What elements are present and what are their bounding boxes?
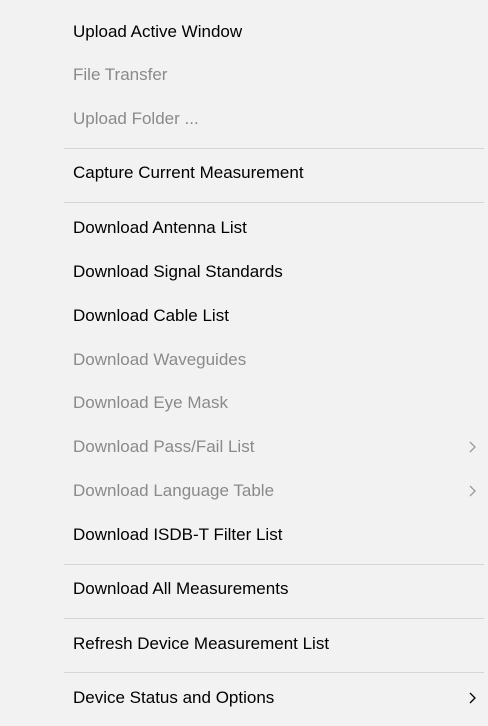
menu-item-download-eye-mask[interactable]: Download Eye Mask: [0, 381, 488, 425]
menu-separator: [64, 202, 484, 203]
menu-item-label: Download All Measurements: [73, 579, 289, 598]
menu-item-upload-active-window[interactable]: Upload Active Window: [0, 10, 488, 54]
menu-item-label: Download ISDB-T Filter List: [73, 525, 283, 544]
menu-item-label: Download Waveguides: [73, 350, 247, 369]
menu-item-download-waveguides[interactable]: Download Waveguides: [0, 338, 488, 382]
menu-item-file-transfer[interactable]: File Transfer: [0, 53, 488, 97]
menu-item-download-antenna-list[interactable]: Download Antenna List: [0, 206, 488, 250]
menu-item-label: Capture Current Measurement: [73, 163, 304, 182]
menu-item-label: Upload Folder ...: [73, 109, 199, 128]
menu-item-device-status-and-options[interactable]: Device Status and Options: [0, 676, 488, 720]
menu-separator: [64, 618, 484, 619]
menu-item-label: Upload Active Window: [73, 22, 243, 41]
menu-item-download-signal-standards[interactable]: Download Signal Standards: [0, 250, 488, 294]
menu-item-label: Download Pass/Fail List: [73, 437, 255, 456]
menu-item-refresh-device-measurement-list[interactable]: Refresh Device Measurement List: [0, 622, 488, 666]
context-menu: Upload Active Window File Transfer Uploa…: [0, 0, 488, 726]
menu-item-label: Refresh Device Measurement List: [73, 634, 330, 653]
chevron-right-icon: [468, 690, 478, 706]
menu-item-label: Download Cable List: [73, 306, 229, 325]
menu-item-download-language-table[interactable]: Download Language Table: [0, 469, 488, 513]
menu-item-label: Device Status and Options: [73, 688, 275, 707]
chevron-right-icon: [468, 483, 478, 499]
menu-separator: [64, 148, 484, 149]
menu-item-download-all-measurements[interactable]: Download All Measurements: [0, 567, 488, 611]
menu-item-capture-current-measurement[interactable]: Capture Current Measurement: [0, 151, 488, 195]
chevron-right-icon: [468, 439, 478, 455]
menu-separator: [64, 564, 484, 565]
menu-item-label: Download Signal Standards: [73, 262, 283, 281]
menu-item-label: File Transfer: [73, 65, 168, 84]
menu-item-label: Download Eye Mask: [73, 393, 228, 412]
menu-item-label: Download Antenna List: [73, 218, 247, 237]
menu-item-download-cable-list[interactable]: Download Cable List: [0, 294, 488, 338]
menu-item-download-pass-fail-list[interactable]: Download Pass/Fail List: [0, 425, 488, 469]
menu-item-upload-folder[interactable]: Upload Folder ...: [0, 97, 488, 141]
menu-item-download-isdbt-filter-list[interactable]: Download ISDB-T Filter List: [0, 513, 488, 557]
menu-separator: [64, 672, 484, 673]
menu-item-label: Download Language Table: [73, 481, 275, 500]
